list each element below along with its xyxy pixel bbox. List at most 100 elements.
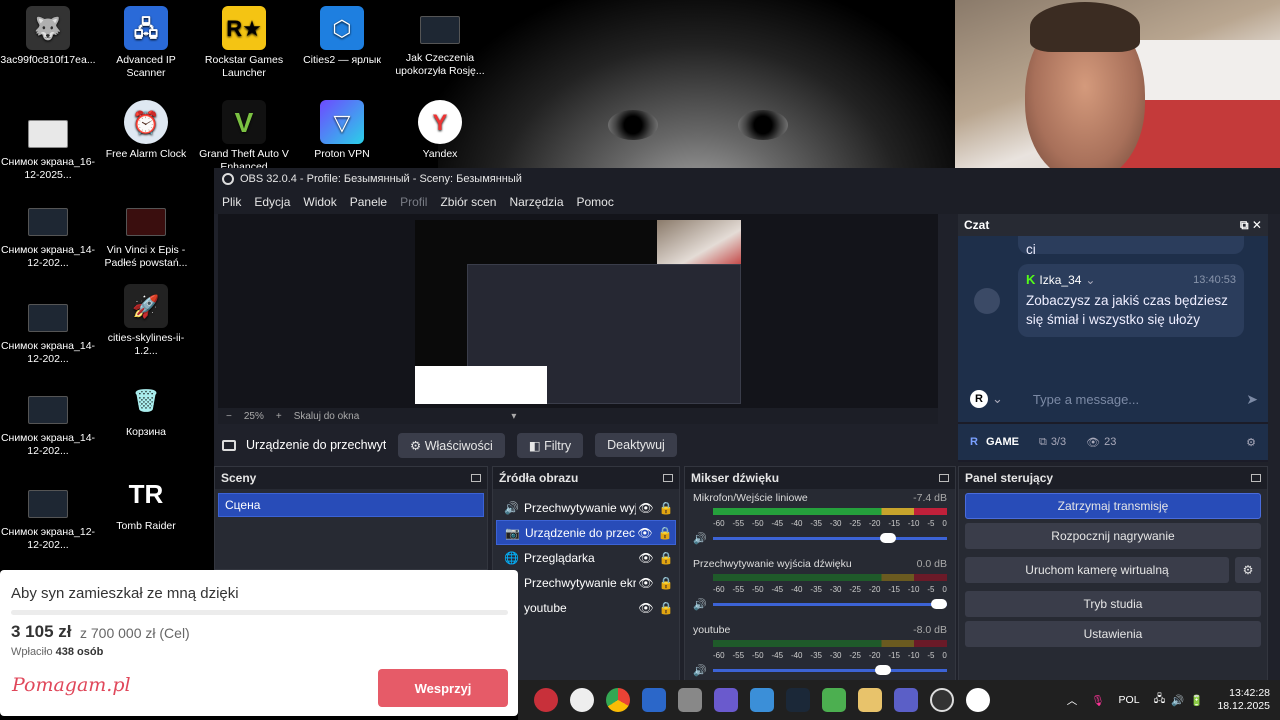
send-icon[interactable]: ➤: [1246, 391, 1258, 408]
language-indicator[interactable]: POL: [1119, 694, 1140, 706]
desktop-icon-rockstar[interactable]: R★ Rockstar Games Launcher: [196, 6, 292, 80]
obs-preview[interactable]: [218, 214, 938, 408]
desktop-icon-image[interactable]: 🐺 3ac99f0c810f17ea...: [0, 6, 96, 67]
avatar[interactable]: [974, 288, 1000, 314]
source-item[interactable]: 🔊 Przechwytywanie wyjś 👁 🔒: [496, 495, 676, 520]
desktop-icon-gta-v[interactable]: V Grand Theft Auto V Enhanced: [196, 100, 292, 174]
undock-icon[interactable]: [471, 474, 481, 482]
lock-icon[interactable]: 🔒: [655, 526, 675, 540]
lock-icon[interactable]: 🔒: [656, 601, 676, 615]
app-icon-media[interactable]: [858, 688, 882, 712]
lock-icon[interactable]: 🔒: [656, 576, 676, 590]
chat-messages[interactable]: ci K Izka_34 ⌄ 13:40:53 Zobaczysz za jak…: [958, 236, 1268, 376]
desktop-icon-recycle-bin[interactable]: 🗑 Корзина: [98, 378, 194, 439]
chrome-icon[interactable]: [606, 688, 630, 712]
volume-slider-knob[interactable]: [879, 533, 896, 543]
volume-slider[interactable]: [713, 533, 947, 543]
studio-mode-button[interactable]: Tryb studia: [965, 591, 1261, 617]
app-icon-photos[interactable]: [750, 688, 774, 712]
volume-icon[interactable]: 🔊: [1171, 694, 1184, 707]
menu-panele[interactable]: Panele: [350, 195, 387, 209]
eye-icon[interactable]: 👁: [636, 551, 656, 565]
speaker-icon[interactable]: 🔊: [693, 598, 707, 611]
chat-input[interactable]: Type a message...: [1033, 392, 1139, 407]
menu-plik[interactable]: Plik: [222, 195, 241, 209]
properties-button[interactable]: ⚙ Właściwości: [398, 432, 505, 458]
gear-icon[interactable]: ⚙: [1235, 557, 1261, 583]
menu-widok[interactable]: Widok: [303, 195, 336, 209]
desktop-icon-screenshot-3[interactable]: Снимок экрана_14-12-202...: [0, 294, 96, 366]
volume-slider[interactable]: [713, 599, 947, 609]
undock-icon[interactable]: [663, 474, 673, 482]
support-button[interactable]: Wesprzyj: [378, 669, 508, 707]
volume-slider-knob[interactable]: [931, 599, 947, 609]
desktop-icon-yandex[interactable]: Y Yandex: [392, 100, 488, 161]
obs-taskbar-icon[interactable]: [930, 688, 954, 712]
battery-icon[interactable]: 🔋: [1190, 694, 1203, 707]
zoom-fit-select[interactable]: Skaluj do okna: [294, 411, 360, 422]
settings-button[interactable]: Ustawienia: [965, 621, 1261, 647]
desktop-icon-cities2[interactable]: ⬡ Cities2 — ярлык: [294, 6, 390, 67]
close-icon[interactable]: ⧉ ✕: [1240, 218, 1262, 233]
deactivate-button[interactable]: Deaktywuj: [595, 433, 677, 457]
app-icon-red[interactable]: [534, 688, 558, 712]
app-icon-box[interactable]: [678, 688, 702, 712]
start-virtual-camera-button[interactable]: Uruchom kamerę wirtualną: [965, 557, 1229, 583]
eye-icon[interactable]: 👁: [636, 576, 656, 590]
menu-pomoc[interactable]: Pomoc: [577, 195, 614, 209]
lock-icon[interactable]: 🔒: [656, 501, 676, 515]
stop-stream-button[interactable]: Zatrzymaj transmisję: [965, 493, 1261, 519]
desktop-icon-proton-vpn[interactable]: ▽ Proton VPN: [294, 100, 390, 161]
desktop-icon-music-video[interactable]: Vin Vinci x Epis - Padłeś powstań...: [98, 198, 194, 270]
menu-narzedzia[interactable]: Narzędzia: [509, 195, 563, 209]
undock-icon[interactable]: [1251, 474, 1261, 482]
chevron-down-icon[interactable]: ⌄: [1085, 273, 1095, 287]
source-item[interactable]: 🌐 Przeglądarka 👁 🔒: [496, 545, 676, 570]
menu-zbior-scen[interactable]: Zbiór scen: [440, 195, 496, 209]
teams-icon[interactable]: [894, 688, 918, 712]
eye-icon[interactable]: 👁: [635, 526, 655, 540]
speaker-icon[interactable]: 🔊: [693, 664, 707, 677]
desktop-icon-tomb-raider[interactable]: TR Tomb Raider: [98, 472, 194, 533]
desktop-icon-cities-skylines[interactable]: 🚀 cities-skylines-ii-1.2...: [98, 284, 194, 358]
gear-icon[interactable]: ⚙: [1246, 436, 1256, 449]
desktop-icon-screenshot-5[interactable]: Снимок экрана_12-12-202...: [0, 480, 96, 552]
menu-edycja[interactable]: Edycja: [254, 195, 290, 209]
app-icon-game[interactable]: [822, 688, 846, 712]
undock-icon[interactable]: [939, 474, 949, 482]
zoom-in-button[interactable]: +: [276, 411, 282, 422]
steam-icon[interactable]: [786, 688, 810, 712]
source-item[interactable]: 🌐 youtube 👁 🔒: [496, 595, 676, 620]
desktop-icon-advanced-ip-scanner[interactable]: 🖧 Advanced IP Scanner: [98, 6, 194, 80]
volume-slider-knob[interactable]: [874, 665, 891, 675]
source-item-selected[interactable]: 📷 Urządzenie do przech 👁 🔒: [496, 520, 676, 545]
eye-icon[interactable]: 👁: [636, 601, 656, 615]
desktop-icon-screenshot-1[interactable]: Снимок экрана_16-12-2025...: [0, 110, 96, 182]
chat-username[interactable]: Izka_34: [1039, 273, 1081, 287]
scene-item[interactable]: Сцена: [218, 493, 484, 517]
network-icon[interactable]: 🖧: [1154, 691, 1166, 709]
lock-icon[interactable]: 🔒: [656, 551, 676, 565]
start-recording-button[interactable]: Rozpocznij nagrywanie: [965, 523, 1261, 549]
menu-profil[interactable]: Profil: [400, 195, 427, 209]
app-icon-star[interactable]: [642, 688, 666, 712]
filters-button[interactable]: ◧ Filtry: [516, 432, 584, 458]
desktop-icon-video[interactable]: Jak Czeczenia upokorzyła Rosję...: [392, 6, 488, 78]
eye-icon[interactable]: 👁: [636, 501, 656, 515]
platform-selector-icon[interactable]: R: [970, 390, 988, 408]
yandex-taskbar-icon[interactable]: [966, 688, 990, 712]
zoom-out-button[interactable]: −: [226, 411, 232, 422]
desktop-icon-free-alarm-clock[interactable]: ⏰ Free Alarm Clock: [98, 100, 194, 161]
source-item[interactable]: 🖥 Przechwytywanie ekra 👁 🔒: [496, 570, 676, 595]
clock[interactable]: 13:42:28 18.12.2025: [1217, 687, 1270, 713]
desktop-icon-screenshot-4[interactable]: Снимок экрана_14-12-202...: [0, 386, 96, 458]
preview-canvas[interactable]: [415, 220, 741, 404]
chevron-down-icon[interactable]: ▾: [511, 411, 516, 422]
desktop-icon-screenshot-2[interactable]: Снимок экрана_14-12-202...: [0, 198, 96, 270]
volume-slider[interactable]: [713, 665, 947, 675]
chevron-down-icon[interactable]: ⌄: [992, 391, 1003, 407]
microphone-icon[interactable]: 🎙: [1091, 694, 1104, 707]
app-icon-white[interactable]: [570, 688, 594, 712]
chevron-up-icon[interactable]: ︿: [1067, 693, 1078, 708]
speaker-icon[interactable]: 🔊: [693, 532, 707, 545]
